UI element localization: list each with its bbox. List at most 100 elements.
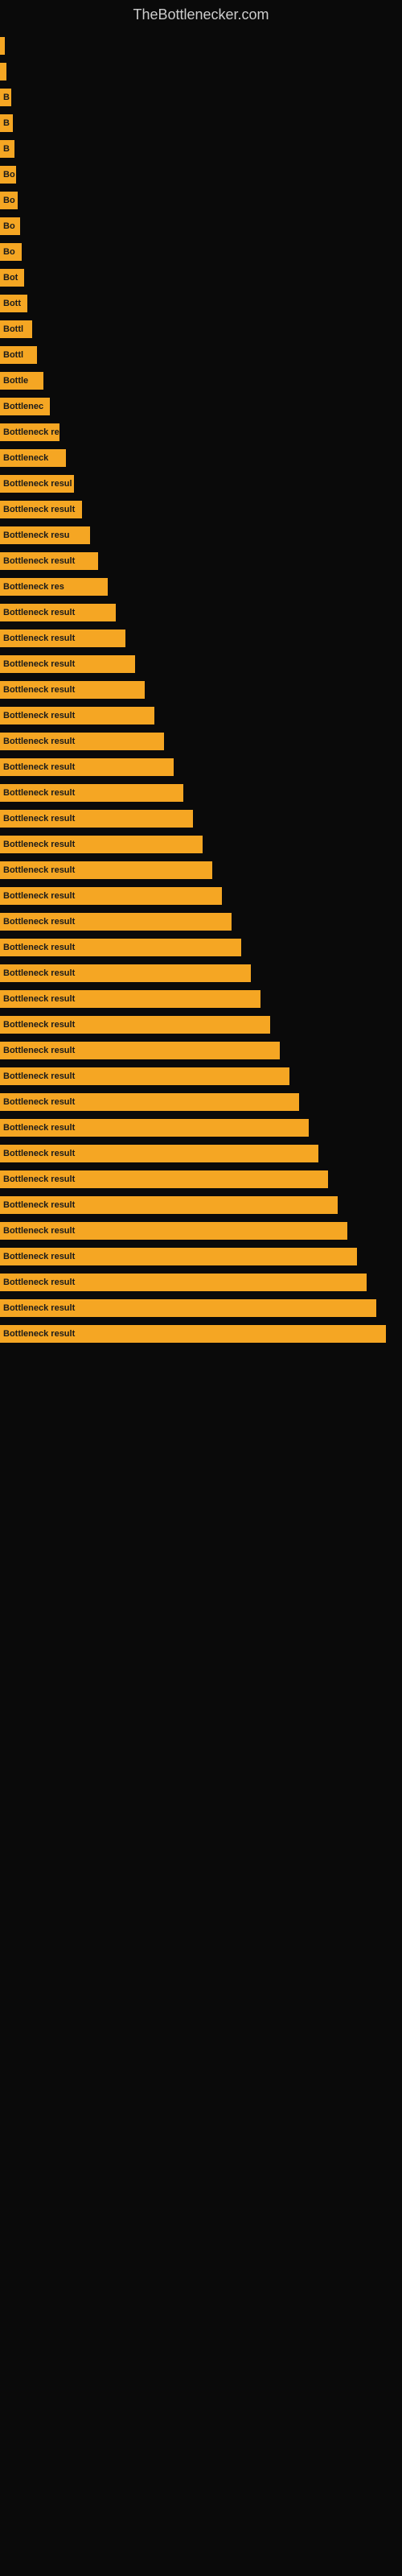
bar-row: Bottleneck result: [0, 601, 402, 624]
bar-row: Bottleneck result: [0, 1117, 402, 1139]
bar-label: Bottleneck result: [3, 968, 75, 978]
bar: Bottleneck result: [0, 681, 145, 699]
bar-row: Bottleneck result: [0, 910, 402, 933]
bar: Bottleneck res: [0, 423, 59, 441]
bar: Bottleneck: [0, 449, 66, 467]
bar-label: Bottleneck result: [3, 1123, 75, 1133]
bar-label: Bottl: [3, 324, 23, 334]
bar: Bottleneck result: [0, 1067, 289, 1085]
bar-label: Bottleneck result: [3, 737, 75, 746]
bar-row: Bottleneck result: [0, 1297, 402, 1319]
bar-label: Bo: [3, 247, 15, 257]
bar-row: Bottleneck res: [0, 576, 402, 598]
bar-label: Bottleneck result: [3, 1174, 75, 1184]
bar-row: Bottleneck res: [0, 421, 402, 444]
bar-label: Bottle: [3, 376, 28, 386]
bar: Bottleneck result: [0, 630, 125, 647]
bar-label: Bottleneck result: [3, 943, 75, 952]
bar: B: [0, 89, 11, 106]
bar-row: Bottleneck result: [0, 962, 402, 985]
bar-row: Bott: [0, 292, 402, 315]
bar-row: Bottleneck result: [0, 833, 402, 856]
bar-row: Bottleneck: [0, 447, 402, 469]
bar-row: B: [0, 86, 402, 109]
bar-label: B: [3, 144, 10, 154]
bar-row: Bottl: [0, 318, 402, 341]
bar-label: Bottleneck result: [3, 994, 75, 1004]
bar-row: Bot: [0, 266, 402, 289]
bar-row: Bottleneck result: [0, 627, 402, 650]
bar-row: Bottleneck result: [0, 885, 402, 907]
bar-row: Bottleneck result: [0, 859, 402, 881]
bar-label: Bottleneck result: [3, 762, 75, 772]
bar-label: Bo: [3, 196, 15, 205]
bar: Bo: [0, 192, 18, 209]
bar-row: Bottleneck result: [0, 1323, 402, 1345]
bar: Bottleneck result: [0, 861, 212, 879]
bar: Bottleneck result: [0, 1274, 367, 1291]
bar-label: Bottleneck result: [3, 1149, 75, 1158]
bar-label: Bottleneck: [3, 453, 48, 463]
bar-label: Bot: [3, 273, 18, 283]
site-title: TheBottlenecker.com: [0, 0, 402, 27]
bar-row: Bottleneck result: [0, 730, 402, 753]
bar: Bottlenec: [0, 398, 50, 415]
bar-label: Bottleneck result: [3, 1252, 75, 1261]
bar: Bottleneck result: [0, 1145, 318, 1162]
bar: [0, 37, 5, 55]
bar-row: Bottleneck result: [0, 498, 402, 521]
bar: [0, 63, 6, 80]
bar-row: Bo: [0, 163, 402, 186]
bar-row: Bottleneck result: [0, 679, 402, 701]
bar: Bottleneck result: [0, 1299, 376, 1317]
bar: Bottleneck result: [0, 552, 98, 570]
bar-label: Bottleneck resu: [3, 530, 70, 540]
bar: Bottleneck result: [0, 1222, 347, 1240]
bar: Bottleneck result: [0, 1016, 270, 1034]
bar-row: Bottleneck result: [0, 1065, 402, 1088]
bar-row: Bottleneck result: [0, 1220, 402, 1242]
bar: Bottleneck result: [0, 1119, 309, 1137]
bar: Bottleneck result: [0, 784, 183, 802]
bar: Bottleneck result: [0, 1170, 328, 1188]
bar-label: Bottleneck result: [3, 1200, 75, 1210]
bar: Bottleneck result: [0, 758, 174, 776]
bar-row: Bottleneck result: [0, 988, 402, 1010]
bar-label: Bottleneck result: [3, 917, 75, 927]
bar: Bottleneck result: [0, 1093, 299, 1111]
bar-row: Bottleneck resul: [0, 473, 402, 495]
bar-row: Bottleneck result: [0, 1142, 402, 1165]
bar-row: Bo: [0, 215, 402, 237]
bar: Bottleneck result: [0, 964, 251, 982]
bar-label: Bottleneck result: [3, 608, 75, 617]
bar: Bottleneck result: [0, 1196, 338, 1214]
bar-row: Bottleneck resu: [0, 524, 402, 547]
bar-label: Bottleneck result: [3, 891, 75, 901]
bar-row: [0, 35, 402, 57]
bar-label: B: [3, 93, 10, 102]
bar-label: Bo: [3, 221, 15, 231]
bar-label: Bottleneck result: [3, 1278, 75, 1287]
bar-row: Bottleneck result: [0, 756, 402, 778]
bar: Bottleneck resul: [0, 475, 74, 493]
bar-label: Bottlenec: [3, 402, 43, 411]
site-header: TheBottlenecker.com: [0, 0, 402, 27]
bar-row: Bottle: [0, 369, 402, 392]
bar: Bottle: [0, 372, 43, 390]
bar-label: Bo: [3, 170, 15, 180]
bar-label: Bott: [3, 299, 21, 308]
bar-row: Bottleneck result: [0, 550, 402, 572]
bar: Bottleneck result: [0, 604, 116, 621]
bar-label: Bottleneck result: [3, 505, 75, 514]
bar-row: Bottleneck result: [0, 1091, 402, 1113]
bar: Bo: [0, 243, 22, 261]
bar: Bottleneck result: [0, 501, 82, 518]
bar-row: B: [0, 112, 402, 134]
bar-row: Bottleneck result: [0, 1013, 402, 1036]
bar: Bott: [0, 295, 27, 312]
bar-label: Bottleneck result: [3, 788, 75, 798]
bar: Bottl: [0, 346, 37, 364]
bar: Bottleneck result: [0, 939, 241, 956]
bar-label: Bottleneck result: [3, 634, 75, 643]
bar-label: Bottleneck result: [3, 659, 75, 669]
